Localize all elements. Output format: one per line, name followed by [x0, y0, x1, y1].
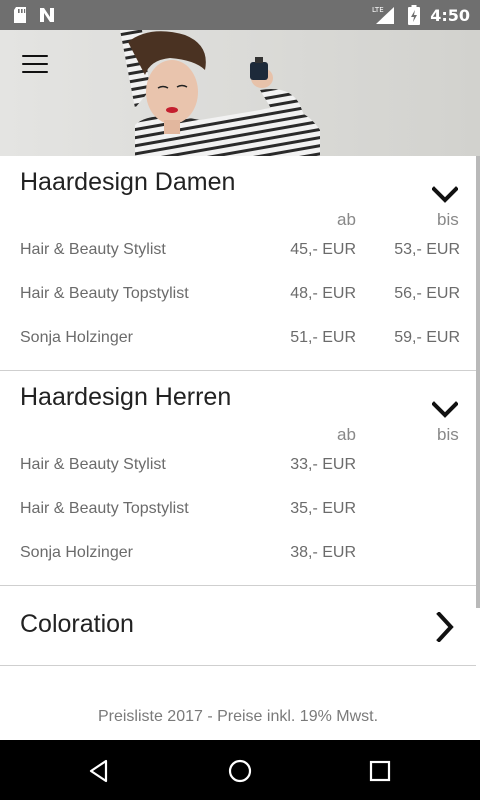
n-notification-icon: [40, 8, 54, 22]
sd-card-icon: [14, 7, 26, 23]
back-icon[interactable]: [86, 758, 112, 784]
column-header-to: bis: [437, 210, 459, 229]
service-name: Hair & Beauty Topstylist: [20, 285, 189, 302]
price-to: 59,- EUR: [394, 329, 460, 346]
price-row: Sonja Holzinger 38,- EUR: [0, 531, 476, 575]
column-header-from: ab: [337, 425, 356, 444]
column-headers: ab bis: [0, 415, 476, 444]
section-header[interactable]: Haardesign Damen: [0, 156, 476, 203]
column-header-to: bis: [437, 425, 459, 444]
section-title: Haardesign Herren: [20, 383, 232, 411]
price-from: 51,- EUR: [290, 329, 356, 346]
scrollbar[interactable]: [476, 156, 480, 608]
price-rows: Hair & Beauty Stylist 45,- EUR 53,- EUR …: [0, 228, 476, 370]
status-bar: LTE 4:50: [0, 0, 480, 30]
hero-image: [0, 30, 480, 156]
price-row: Hair & Beauty Stylist 33,- EUR: [0, 443, 476, 487]
service-name: Hair & Beauty Stylist: [20, 456, 166, 473]
service-name: Hair & Beauty Stylist: [20, 241, 166, 258]
section-haardesign-herren: Haardesign Herren ab bis Hair & Beauty S…: [0, 371, 476, 586]
price-from: 45,- EUR: [290, 241, 356, 258]
price-row: Hair & Beauty Topstylist 35,- EUR: [0, 487, 476, 531]
clock: 4:50: [430, 5, 470, 25]
woman-with-perfume-photo: [0, 30, 480, 156]
price-from: 33,- EUR: [290, 456, 356, 473]
battery-charging-icon: [408, 5, 421, 25]
service-name: Sonja Holzinger: [20, 544, 133, 561]
hamburger-menu-icon[interactable]: [22, 53, 48, 75]
price-from: 35,- EUR: [290, 500, 356, 517]
price-to: 53,- EUR: [394, 241, 460, 258]
price-list: Haardesign Damen ab bis Hair & Beauty St…: [0, 156, 476, 666]
section-header[interactable]: Haardesign Herren: [0, 371, 476, 418]
price-row: Hair & Beauty Topstylist 48,- EUR 56,- E…: [0, 272, 476, 316]
network-label: LTE: [372, 6, 384, 14]
price-row: Hair & Beauty Stylist 45,- EUR 53,- EUR: [0, 228, 476, 272]
section-title: Coloration: [20, 610, 134, 638]
price-from: 48,- EUR: [290, 285, 356, 302]
column-header-from: ab: [337, 210, 356, 229]
home-icon[interactable]: [227, 758, 253, 784]
price-rows: Hair & Beauty Stylist 33,- EUR Hair & Be…: [0, 443, 476, 585]
price-row: Sonja Holzinger 51,- EUR 59,- EUR: [0, 316, 476, 360]
service-name: Sonja Holzinger: [20, 329, 133, 346]
section-title: Haardesign Damen: [20, 168, 236, 196]
section-haardesign-damen: Haardesign Damen ab bis Hair & Beauty St…: [0, 156, 476, 371]
section-coloration[interactable]: Coloration: [0, 586, 476, 666]
navigation-bar: [0, 740, 480, 800]
recents-icon[interactable]: [367, 758, 393, 784]
service-name: Hair & Beauty Topstylist: [20, 500, 189, 517]
lte-signal-icon: LTE: [372, 6, 395, 24]
price-to: 56,- EUR: [394, 285, 460, 302]
chevron-right-icon[interactable]: [436, 612, 454, 642]
price-list-note: Preisliste 2017 - Preise inkl. 19% Mwst.: [97, 708, 379, 725]
column-headers: ab bis: [0, 200, 476, 229]
price-from: 38,- EUR: [290, 544, 356, 561]
